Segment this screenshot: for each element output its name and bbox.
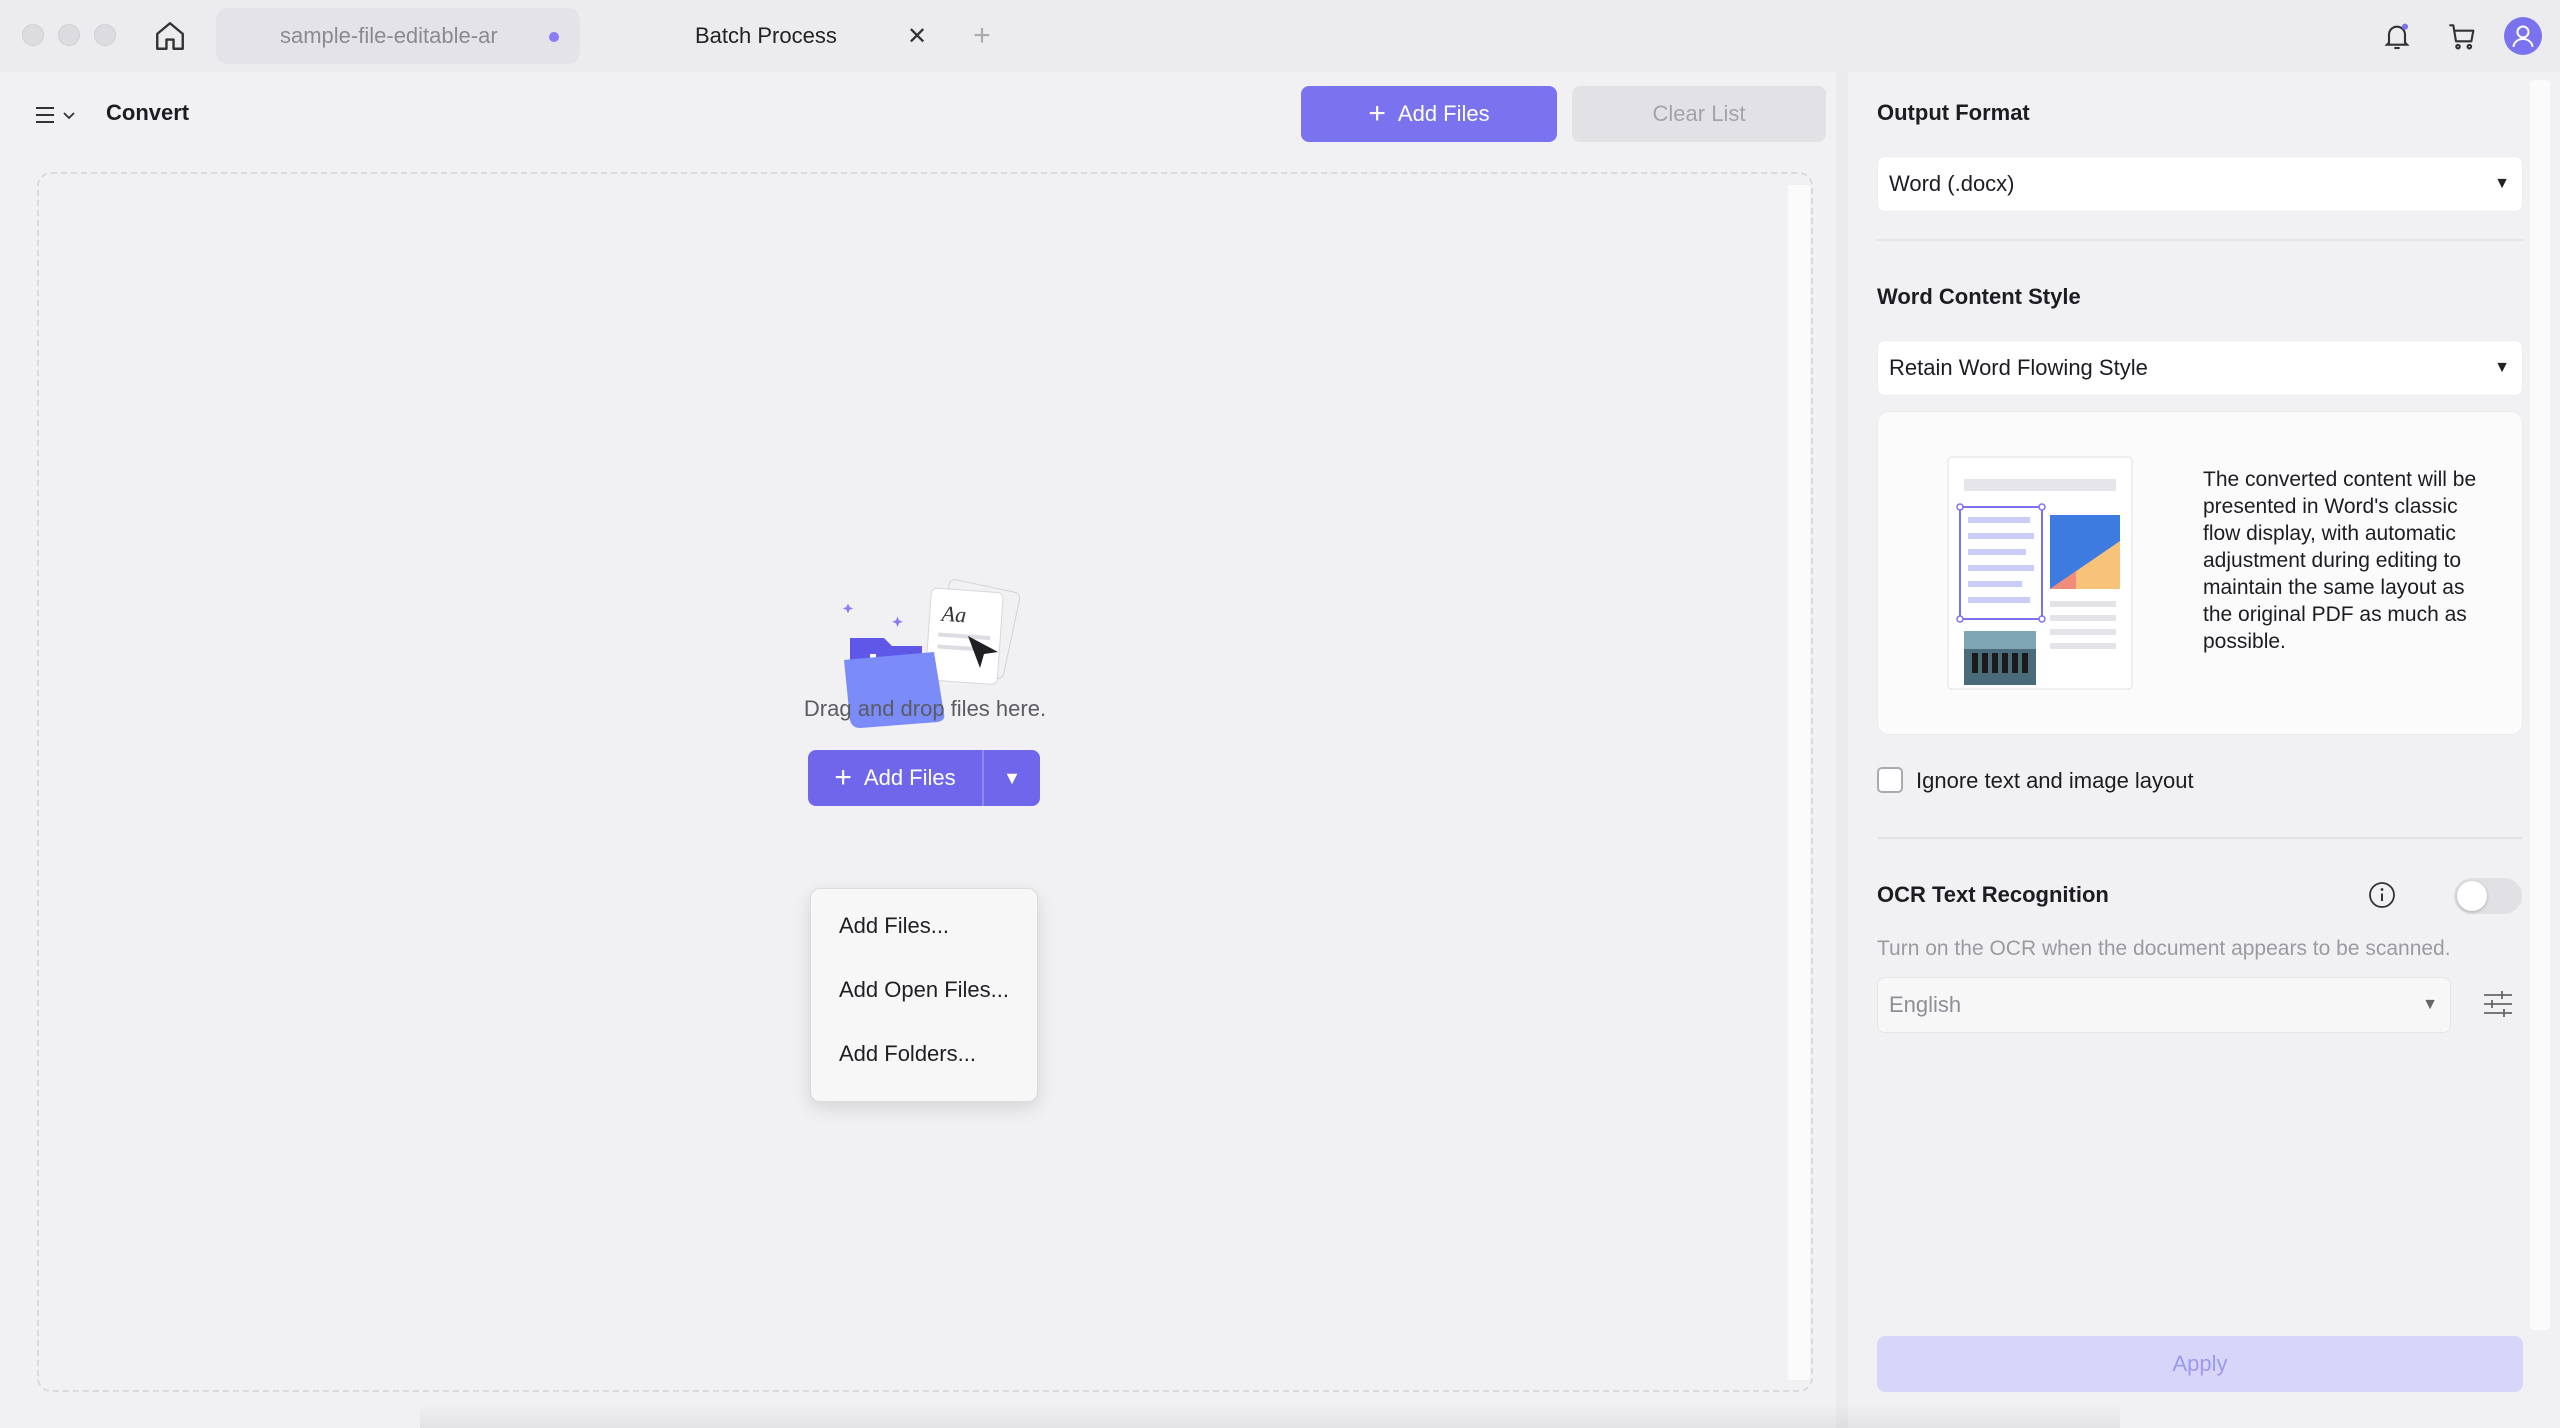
ocr-toggle-knob [2457,881,2487,911]
add-files-dropdown-toggle[interactable]: ▼ [984,750,1040,806]
tab-batch-process[interactable]: Batch Process ✕ [600,8,945,64]
cart-button[interactable] [2442,16,2482,56]
bottom-shadow [420,1404,2120,1428]
sidebar-menu-button[interactable] [34,98,84,132]
home-icon [156,22,184,50]
ocr-hint: Turn on the OCR when the document appear… [1877,937,2451,960]
cart-icon [2449,24,2475,50]
output-format-select[interactable]: Word (.docx) ▼ [1877,156,2523,212]
add-files-center-label: Add Files [863,765,956,790]
caret-down-icon: ▼ [1003,767,1021,788]
file-list-scrollbar[interactable] [1788,185,1810,1380]
tab-sample-file[interactable]: sample-file-editable-ar [216,8,580,64]
apply-button[interactable]: Apply [1877,1336,2523,1392]
home-button[interactable] [150,16,190,56]
output-format-value: Word (.docx) [1889,171,2015,196]
unsaved-dot-icon [549,32,559,42]
caret-down-icon: ▼ [2494,359,2510,376]
settings-panel [1848,72,2560,1428]
account-button[interactable] [2503,16,2543,56]
divider [1877,239,2523,241]
menu-item-add-open-files[interactable]: Add Open Files... [839,977,1009,1003]
ocr-language-value: English [1889,992,1962,1017]
ocr-language-select[interactable]: English ▼ [1877,977,2451,1033]
add-files-menu: Add Files... Add Open Files... Add Folde… [810,888,1038,1102]
add-files-split-button: + Add Files ▼ [808,750,1040,806]
content-style-value: Retain Word Flowing Style [1889,355,2148,380]
drop-hint: Drag and drop files here. [803,696,1047,721]
ignore-layout-checkbox[interactable] [1877,767,1903,793]
panel-divider [1836,72,1848,1428]
tab-label: Batch Process [695,23,837,48]
page-title: Convert [106,100,190,125]
window-minimize-button[interactable] [58,24,80,46]
chevron-down-icon [63,112,75,120]
tab-label: sample-file-editable-ar [280,23,498,48]
window-zoom-button[interactable] [94,24,116,46]
title-bar: sample-file-editable-ar Batch Process ✕ … [0,0,2560,72]
sliders-icon[interactable] [2480,986,2516,1022]
content-style-select[interactable]: Retain Word Flowing Style ▼ [1877,340,2523,396]
apply-label: Apply [2172,1351,2228,1376]
bell-icon [2384,23,2410,50]
svg-text:Aa: Aa [939,601,967,628]
ocr-label: OCR Text Recognition [1877,882,2109,907]
content-style-description: The converted content will be presented … [2203,468,2477,653]
add-files-center-button[interactable]: + Add Files [808,750,982,806]
caret-down-icon: ▼ [2494,175,2510,192]
ignore-layout-label: Ignore text and image layout [1916,768,2194,793]
notification-button[interactable] [2377,16,2417,56]
info-icon[interactable] [2367,880,2397,910]
settings-scrollbar[interactable] [2530,80,2550,1330]
menu-icon [36,107,54,123]
close-icon[interactable]: ✕ [903,22,931,50]
content-style-label: Word Content Style [1877,284,2081,309]
caret-down-icon: ▼ [2422,996,2438,1013]
menu-item-add-files[interactable]: Add Files... [839,913,949,939]
add-files-button[interactable]: + Add Files [1301,86,1557,142]
window-close-button[interactable] [22,24,44,46]
plus-icon: + [1368,97,1386,130]
flowing-layout-preview-icon [1947,456,2133,690]
menu-item-add-folders[interactable]: Add Folders... [839,1041,976,1067]
avatar-icon [2504,17,2542,55]
output-format-label: Output Format [1877,100,2030,125]
new-tab-button[interactable]: + [964,18,1000,54]
divider [1877,837,2523,839]
plus-icon: + [834,761,852,794]
clear-list-label: Clear List [1652,101,1746,126]
add-files-label: Add Files [1397,101,1490,126]
clear-list-button[interactable]: Clear List [1572,86,1826,142]
